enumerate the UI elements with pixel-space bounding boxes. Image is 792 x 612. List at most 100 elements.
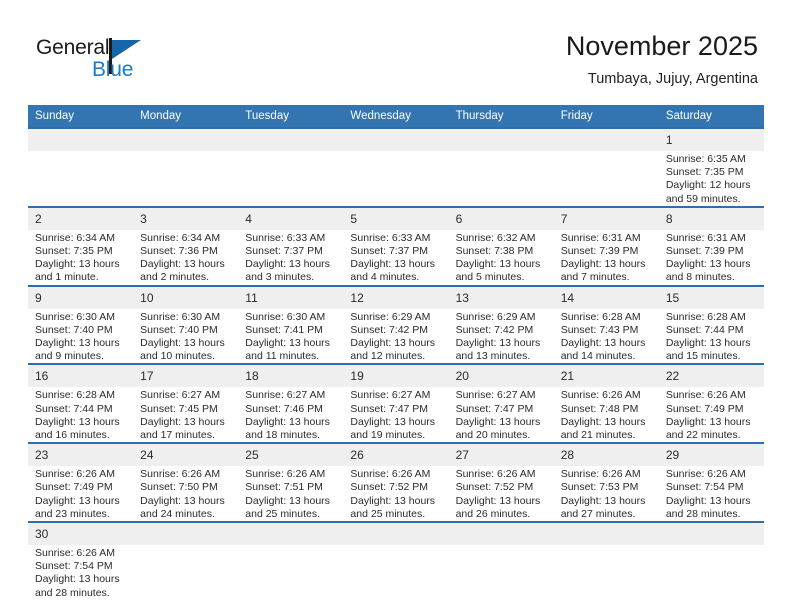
- day-cell[interactable]: 20 Sunrise: 6:27 AM Sunset: 7:47 PM Dayligh…: [448, 363, 554, 444]
- day-daylight-text: Daylight: 13 hours: [140, 494, 225, 507]
- day-cell[interactable]: 24 Sunrise: 6:26 AM Sunset: 7:50 PM Dayligh…: [133, 442, 239, 523]
- calendar-week-row: 2 Sunrise: 6:34 AM Sunset: 7:35 PM Daylight…: [28, 205, 764, 286]
- day-sun-info: Sunrise: 6:31 AM Sunset: 7:39 PM Daylight:…: [659, 230, 764, 285]
- day-number: [28, 129, 134, 151]
- day-sunset-text: Sunset: 7:45 PM: [140, 402, 218, 415]
- day-number: 29: [658, 445, 764, 467]
- day-cell[interactable]: 14 Sunrise: 6:28 AM Sunset: 7:43 PM Dayligh…: [553, 284, 659, 365]
- calendar-grid: Sunday Monday Tuesday Wednesday Thursday…: [28, 105, 764, 600]
- day-daylight-text: Daylight: 13 hours: [455, 337, 541, 350]
- day-daylight-text: Daylight: 13 hours: [350, 494, 436, 507]
- day-cell[interactable]: 8 Sunrise: 6:31 AM Sunset: 7:39 PM Daylight…: [658, 205, 764, 286]
- day-daylight-text: and 3 minutes.: [245, 271, 315, 284]
- day-cell-empty: [133, 521, 239, 600]
- day-cell[interactable]: 30 Sunrise: 6:26 AM Sunset: 7:54 PM Dayligh…: [28, 521, 134, 600]
- day-number: 14: [553, 287, 659, 309]
- day-sunset-text: Sunset: 7:48 PM: [560, 402, 639, 415]
- day-cell[interactable]: 18 Sunrise: 6:27 AM Sunset: 7:46 PM Dayligh…: [238, 363, 344, 444]
- calendar-page: General Blue November 2025 Tumbaya, Juju…: [0, 0, 792, 612]
- day-cell[interactable]: 9 Sunrise: 6:30 AM Sunset: 7:40 PM Daylight…: [28, 284, 134, 365]
- day-sun-info: Sunrise: 6:26 AM Sunset: 7:54 PM Daylight:…: [28, 545, 133, 600]
- day-number: 11: [238, 287, 344, 309]
- day-cell[interactable]: 12 Sunrise: 6:29 AM Sunset: 7:42 PM Dayligh…: [343, 284, 449, 365]
- day-sunset-text: Sunset: 7:49 PM: [35, 481, 113, 494]
- day-sunrise-text: Sunrise: 6:27 AM: [350, 389, 431, 402]
- day-daylight-text: and 59 minutes.: [665, 192, 741, 205]
- day-cell[interactable]: 22 Sunrise: 6:26 AM Sunset: 7:49 PM Dayligh…: [658, 363, 764, 444]
- day-cell[interactable]: 16 Sunrise: 6:28 AM Sunset: 7:44 PM Dayligh…: [28, 363, 134, 444]
- day-cell[interactable]: 7 Sunrise: 6:31 AM Sunset: 7:39 PM Daylight…: [553, 205, 659, 286]
- calendar-week-row: 1 Sunrise: 6:35 AM Sunset: 7:35 PM Daylight…: [28, 127, 764, 207]
- day-number: 22: [658, 366, 764, 388]
- day-sunrise-text: Sunrise: 6:34 AM: [35, 231, 115, 244]
- day-cell[interactable]: 1 Sunrise: 6:35 AM Sunset: 7:35 PM Daylight…: [658, 127, 764, 207]
- day-cell[interactable]: 26 Sunrise: 6:26 AM Sunset: 7:52 PM Dayligh…: [343, 442, 449, 523]
- day-cell[interactable]: 13 Sunrise: 6:29 AM Sunset: 7:42 PM Dayligh…: [448, 284, 554, 365]
- day-daylight-text: and 24 minutes.: [140, 507, 215, 520]
- day-number: 26: [343, 445, 449, 467]
- general-blue-logo[interactable]: General Blue: [36, 36, 176, 88]
- day-cell[interactable]: 11 Sunrise: 6:30 AM Sunset: 7:41 PM Dayligh…: [238, 284, 344, 365]
- day-cell-empty: [448, 521, 554, 600]
- day-cell[interactable]: 3 Sunrise: 6:34 AM Sunset: 7:36 PM Daylight…: [133, 205, 239, 286]
- day-sunrise-text: Sunrise: 6:30 AM: [35, 310, 115, 323]
- day-cell[interactable]: 21 Sunrise: 6:26 AM Sunset: 7:48 PM Dayligh…: [553, 363, 659, 444]
- day-cell[interactable]: 19 Sunrise: 6:27 AM Sunset: 7:47 PM Dayligh…: [343, 363, 449, 444]
- day-sunrise-text: Sunrise: 6:32 AM: [455, 231, 536, 244]
- day-daylight-text: and 17 minutes.: [140, 429, 215, 442]
- day-sunrise-text: Sunrise: 6:34 AM: [140, 231, 221, 244]
- day-daylight-text: and 16 minutes.: [35, 429, 110, 442]
- day-cell[interactable]: 6 Sunrise: 6:32 AM Sunset: 7:38 PM Daylight…: [448, 205, 554, 286]
- day-sun-info: Sunrise: 6:31 AM Sunset: 7:39 PM Daylight:…: [554, 230, 659, 285]
- day-cell[interactable]: 17 Sunrise: 6:27 AM Sunset: 7:45 PM Dayligh…: [133, 363, 239, 444]
- day-cell[interactable]: 23 Sunrise: 6:26 AM Sunset: 7:49 PM Dayligh…: [28, 442, 134, 523]
- day-daylight-text: Daylight: 13 hours: [140, 415, 225, 428]
- day-daylight-text: and 14 minutes.: [560, 350, 636, 363]
- day-cell[interactable]: 27 Sunrise: 6:26 AM Sunset: 7:52 PM Dayligh…: [448, 442, 554, 523]
- day-sun-info: Sunrise: 6:29 AM Sunset: 7:42 PM Daylight:…: [449, 309, 554, 364]
- day-sunrise-text: Sunrise: 6:27 AM: [245, 389, 326, 402]
- day-sun-info: Sunrise: 6:29 AM Sunset: 7:42 PM Daylight:…: [343, 309, 448, 364]
- day-number: 13: [448, 287, 554, 309]
- day-number: 4: [238, 208, 344, 230]
- day-sunrise-text: Sunrise: 6:26 AM: [560, 389, 641, 402]
- day-sunset-text: Sunset: 7:52 PM: [455, 481, 534, 494]
- day-sun-info: Sunrise: 6:30 AM Sunset: 7:40 PM Daylight:…: [28, 309, 133, 364]
- logo-text-blue: Blue: [92, 58, 134, 81]
- weekday-header-friday: Friday: [553, 105, 659, 128]
- day-sun-info: Sunrise: 6:30 AM Sunset: 7:40 PM Daylight:…: [133, 309, 238, 364]
- day-cell-empty: [553, 521, 659, 600]
- day-sunset-text: Sunset: 7:44 PM: [35, 402, 113, 415]
- day-cell[interactable]: 29 Sunrise: 6:26 AM Sunset: 7:54 PM Dayligh…: [658, 442, 764, 523]
- day-sun-info: Sunrise: 6:26 AM Sunset: 7:52 PM Daylight:…: [449, 466, 554, 521]
- day-sunrise-text: Sunrise: 6:26 AM: [560, 468, 641, 481]
- day-cell[interactable]: 5 Sunrise: 6:33 AM Sunset: 7:37 PM Daylight…: [343, 205, 449, 286]
- day-cell[interactable]: 25 Sunrise: 6:26 AM Sunset: 7:51 PM Dayligh…: [238, 442, 344, 523]
- day-daylight-text: Daylight: 13 hours: [350, 258, 436, 271]
- day-sunset-text: Sunset: 7:54 PM: [35, 560, 113, 573]
- day-daylight-text: Daylight: 13 hours: [35, 337, 120, 350]
- day-cell[interactable]: 28 Sunrise: 6:26 AM Sunset: 7:53 PM Dayligh…: [553, 442, 659, 523]
- day-sunset-text: Sunset: 7:46 PM: [245, 402, 323, 415]
- day-sunrise-text: Sunrise: 6:35 AM: [665, 153, 746, 165]
- weekday-header-saturday: Saturday: [658, 105, 764, 128]
- day-daylight-text: and 1 minute.: [35, 271, 99, 284]
- day-sun-info: Sunrise: 6:28 AM Sunset: 7:43 PM Daylight:…: [554, 309, 659, 364]
- day-sun-info: Sunrise: 6:26 AM Sunset: 7:49 PM Daylight:…: [659, 387, 764, 442]
- day-daylight-text: and 26 minutes.: [455, 507, 531, 520]
- day-number: [448, 129, 554, 151]
- day-cell[interactable]: 4 Sunrise: 6:33 AM Sunset: 7:37 PM Daylight…: [238, 205, 344, 286]
- day-cell[interactable]: 15 Sunrise: 6:28 AM Sunset: 7:44 PM Dayligh…: [658, 284, 764, 365]
- day-sunset-text: Sunset: 7:47 PM: [350, 402, 429, 415]
- page-header: General Blue November 2025 Tumbaya, Juju…: [0, 0, 792, 104]
- day-cell[interactable]: 2 Sunrise: 6:34 AM Sunset: 7:35 PM Daylight…: [28, 205, 134, 286]
- day-daylight-text: Daylight: 13 hours: [560, 258, 646, 271]
- weekday-header-tuesday: Tuesday: [238, 105, 344, 128]
- day-daylight-text: Daylight: 13 hours: [455, 415, 541, 428]
- day-daylight-text: Daylight: 13 hours: [455, 494, 541, 507]
- day-sunset-text: Sunset: 7:36 PM: [140, 245, 218, 258]
- day-number: 17: [133, 366, 239, 388]
- day-cell[interactable]: 10 Sunrise: 6:30 AM Sunset: 7:40 PM Dayligh…: [133, 284, 239, 365]
- day-sun-info: Sunrise: 6:26 AM Sunset: 7:52 PM Daylight:…: [343, 466, 448, 521]
- day-number: 15: [658, 287, 764, 309]
